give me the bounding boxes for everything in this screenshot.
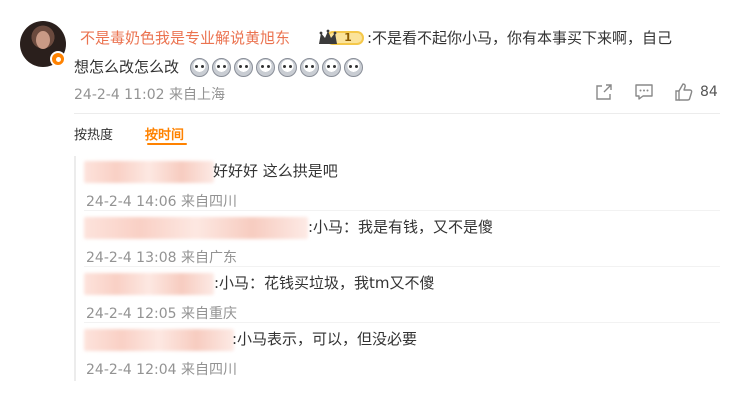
reply-meta: 24-2-4 12:04 来自四川 (86, 359, 237, 379)
reply-timestamp: 24-2-4 14:06 (86, 194, 177, 210)
reply-timestamp: 24-2-4 13:08 (86, 250, 177, 266)
comment-text-line2: 想怎么改怎么改 (74, 58, 180, 76)
reply-meta: 24-2-4 14:06 来自四川 (86, 191, 237, 211)
like-icon[interactable] (674, 82, 694, 102)
emoji-row (190, 58, 363, 77)
comment-timestamp: 24-2-4 11:02 (74, 87, 165, 103)
tab-sort-by-hot[interactable]: 按热度 (74, 124, 113, 143)
reply-separator (84, 210, 720, 211)
reply-text: 好好好 这么拱是吧 (213, 162, 338, 180)
redacted-username (84, 217, 308, 239)
tab-sort-by-time[interactable]: 按时间 (145, 124, 184, 143)
crying-face-emoji-icon (300, 58, 319, 77)
crying-face-emoji-icon (344, 58, 363, 77)
reply-meta: 24-2-4 13:08 来自广东 (86, 247, 237, 267)
reply-text: :小马：我是有钱，又不是傻 (308, 218, 494, 236)
comment-username[interactable]: 不是毒奶色我是专业解说黄旭东 (80, 29, 290, 47)
comment-location: 来自上海 (168, 87, 225, 103)
redacted-username (84, 273, 214, 295)
redacted-username (84, 161, 214, 183)
reply-location: 来自四川 (180, 362, 237, 378)
reply-text: :小马表示，可以，但没必要 (232, 330, 418, 348)
crying-face-emoji-icon (256, 58, 275, 77)
comment-icon[interactable] (634, 82, 654, 102)
reply-location: 来自四川 (180, 194, 237, 210)
like-count: 84 (700, 84, 718, 100)
comment-text-line1: :不是看不起你小马，你有本事买下来啊，自己 (367, 29, 673, 47)
reply-separator (84, 322, 720, 323)
comment-meta: 24-2-4 11:02 来自上海 (74, 84, 225, 104)
crying-face-emoji-icon (234, 58, 253, 77)
reply-separator (84, 266, 720, 267)
crying-face-emoji-icon (212, 58, 231, 77)
crying-face-emoji-icon (278, 58, 297, 77)
crying-face-emoji-icon (190, 58, 209, 77)
reply-location: 来自广东 (180, 250, 237, 266)
verified-badge-icon (50, 51, 66, 67)
share-icon[interactable] (594, 82, 614, 102)
reply-thread-bar (74, 156, 76, 381)
redacted-username (84, 329, 234, 351)
divider (74, 113, 720, 114)
reply-timestamp: 24-2-4 12:04 (86, 362, 177, 378)
badge-level: 1 (344, 31, 352, 44)
reply-timestamp: 24-2-4 12:05 (86, 306, 177, 322)
reply-meta: 24-2-4 12:05 来自重庆 (86, 303, 237, 323)
comment-line-1: 不是毒奶色我是专业解说黄旭东 (80, 27, 290, 49)
reply-location: 来自重庆 (180, 306, 237, 322)
tab-active-indicator (147, 143, 187, 145)
reply-text: :小马：花钱买垃圾，我tm又不傻 (214, 274, 435, 292)
crying-face-emoji-icon (322, 58, 341, 77)
